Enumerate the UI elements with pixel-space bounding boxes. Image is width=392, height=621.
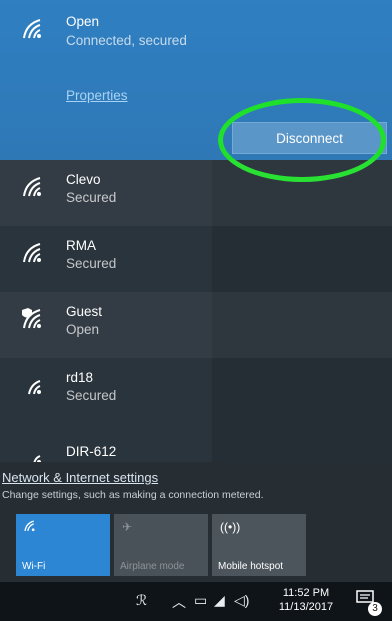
- wifi-signal-icon: [22, 18, 48, 40]
- wifi-signal-icon: [22, 444, 48, 462]
- network-item-guest[interactable]: Guest Open: [0, 292, 392, 358]
- tile-label: Wi-Fi: [22, 561, 46, 572]
- volume-icon[interactable]: ◁): [234, 592, 249, 609]
- wifi-signal-icon: [22, 242, 48, 264]
- chevron-up-icon[interactable]: ︿: [172, 592, 186, 612]
- hotspot-icon: ((•)): [220, 520, 241, 534]
- wifi-signal-icon: [22, 374, 48, 396]
- network-status: Secured: [66, 190, 117, 205]
- wifi-toggle-tile[interactable]: Wi-Fi: [16, 514, 110, 576]
- network-status: Secured: [66, 256, 117, 271]
- clock-time: 11:52 PM: [282, 587, 330, 599]
- network-status: Secured: [66, 388, 117, 403]
- tile-label: Mobile hotspot: [218, 561, 284, 572]
- clock-date: 11/13/2017: [278, 601, 334, 613]
- action-center-button[interactable]: 3: [356, 590, 382, 616]
- network-item-rma[interactable]: RMA Secured: [0, 226, 392, 292]
- airplane-icon: ✈: [122, 520, 133, 534]
- airplane-mode-tile[interactable]: ✈ Airplane mode: [114, 514, 208, 576]
- connected-network-status: Connected, secured: [66, 33, 187, 48]
- network-item-rd18[interactable]: rd18 Secured: [0, 358, 392, 424]
- settings-hint: Change settings, such as making a connec…: [2, 489, 264, 501]
- clock[interactable]: 11:52 PM 11/13/2017: [276, 586, 336, 614]
- wifi-icon: [24, 520, 38, 535]
- connected-network-name: Open: [66, 14, 100, 29]
- network-settings-link[interactable]: Network & Internet settings: [2, 470, 158, 485]
- tile-label: Airplane mode: [120, 561, 185, 572]
- network-name: DIR-612: [66, 444, 117, 459]
- network-name: Clevo: [66, 172, 101, 187]
- network-status: Open: [66, 322, 100, 337]
- settings-section: Network & Internet settings Change setti…: [0, 462, 392, 582]
- network-item-clevo[interactable]: Clevo Secured: [0, 160, 392, 226]
- wifi-shield-icon: [22, 308, 48, 330]
- mobile-hotspot-tile[interactable]: ((•)) Mobile hotspot: [212, 514, 306, 576]
- connected-network[interactable]: Open Connected, secured Properties Disco…: [0, 0, 392, 160]
- network-flyout: Open Connected, secured Properties Disco…: [0, 0, 392, 582]
- notification-count-badge: 3: [368, 602, 382, 616]
- people-icon[interactable]: ℛ: [136, 592, 147, 609]
- network-name: Guest: [66, 304, 103, 319]
- wifi-tray-icon[interactable]: ◢: [214, 592, 225, 609]
- battery-icon[interactable]: ▭: [194, 592, 207, 609]
- disconnect-button[interactable]: Disconnect: [232, 122, 387, 154]
- network-name: RMA: [66, 238, 96, 253]
- network-name: rd18: [66, 370, 94, 385]
- network-item-dir-612[interactable]: DIR-612: [0, 424, 392, 462]
- taskbar: ℛ ︿ ▭ ◢ ◁) 11:52 PM 11/13/2017 3: [0, 582, 392, 621]
- wifi-signal-icon: [22, 176, 48, 198]
- properties-link[interactable]: Properties: [66, 88, 128, 103]
